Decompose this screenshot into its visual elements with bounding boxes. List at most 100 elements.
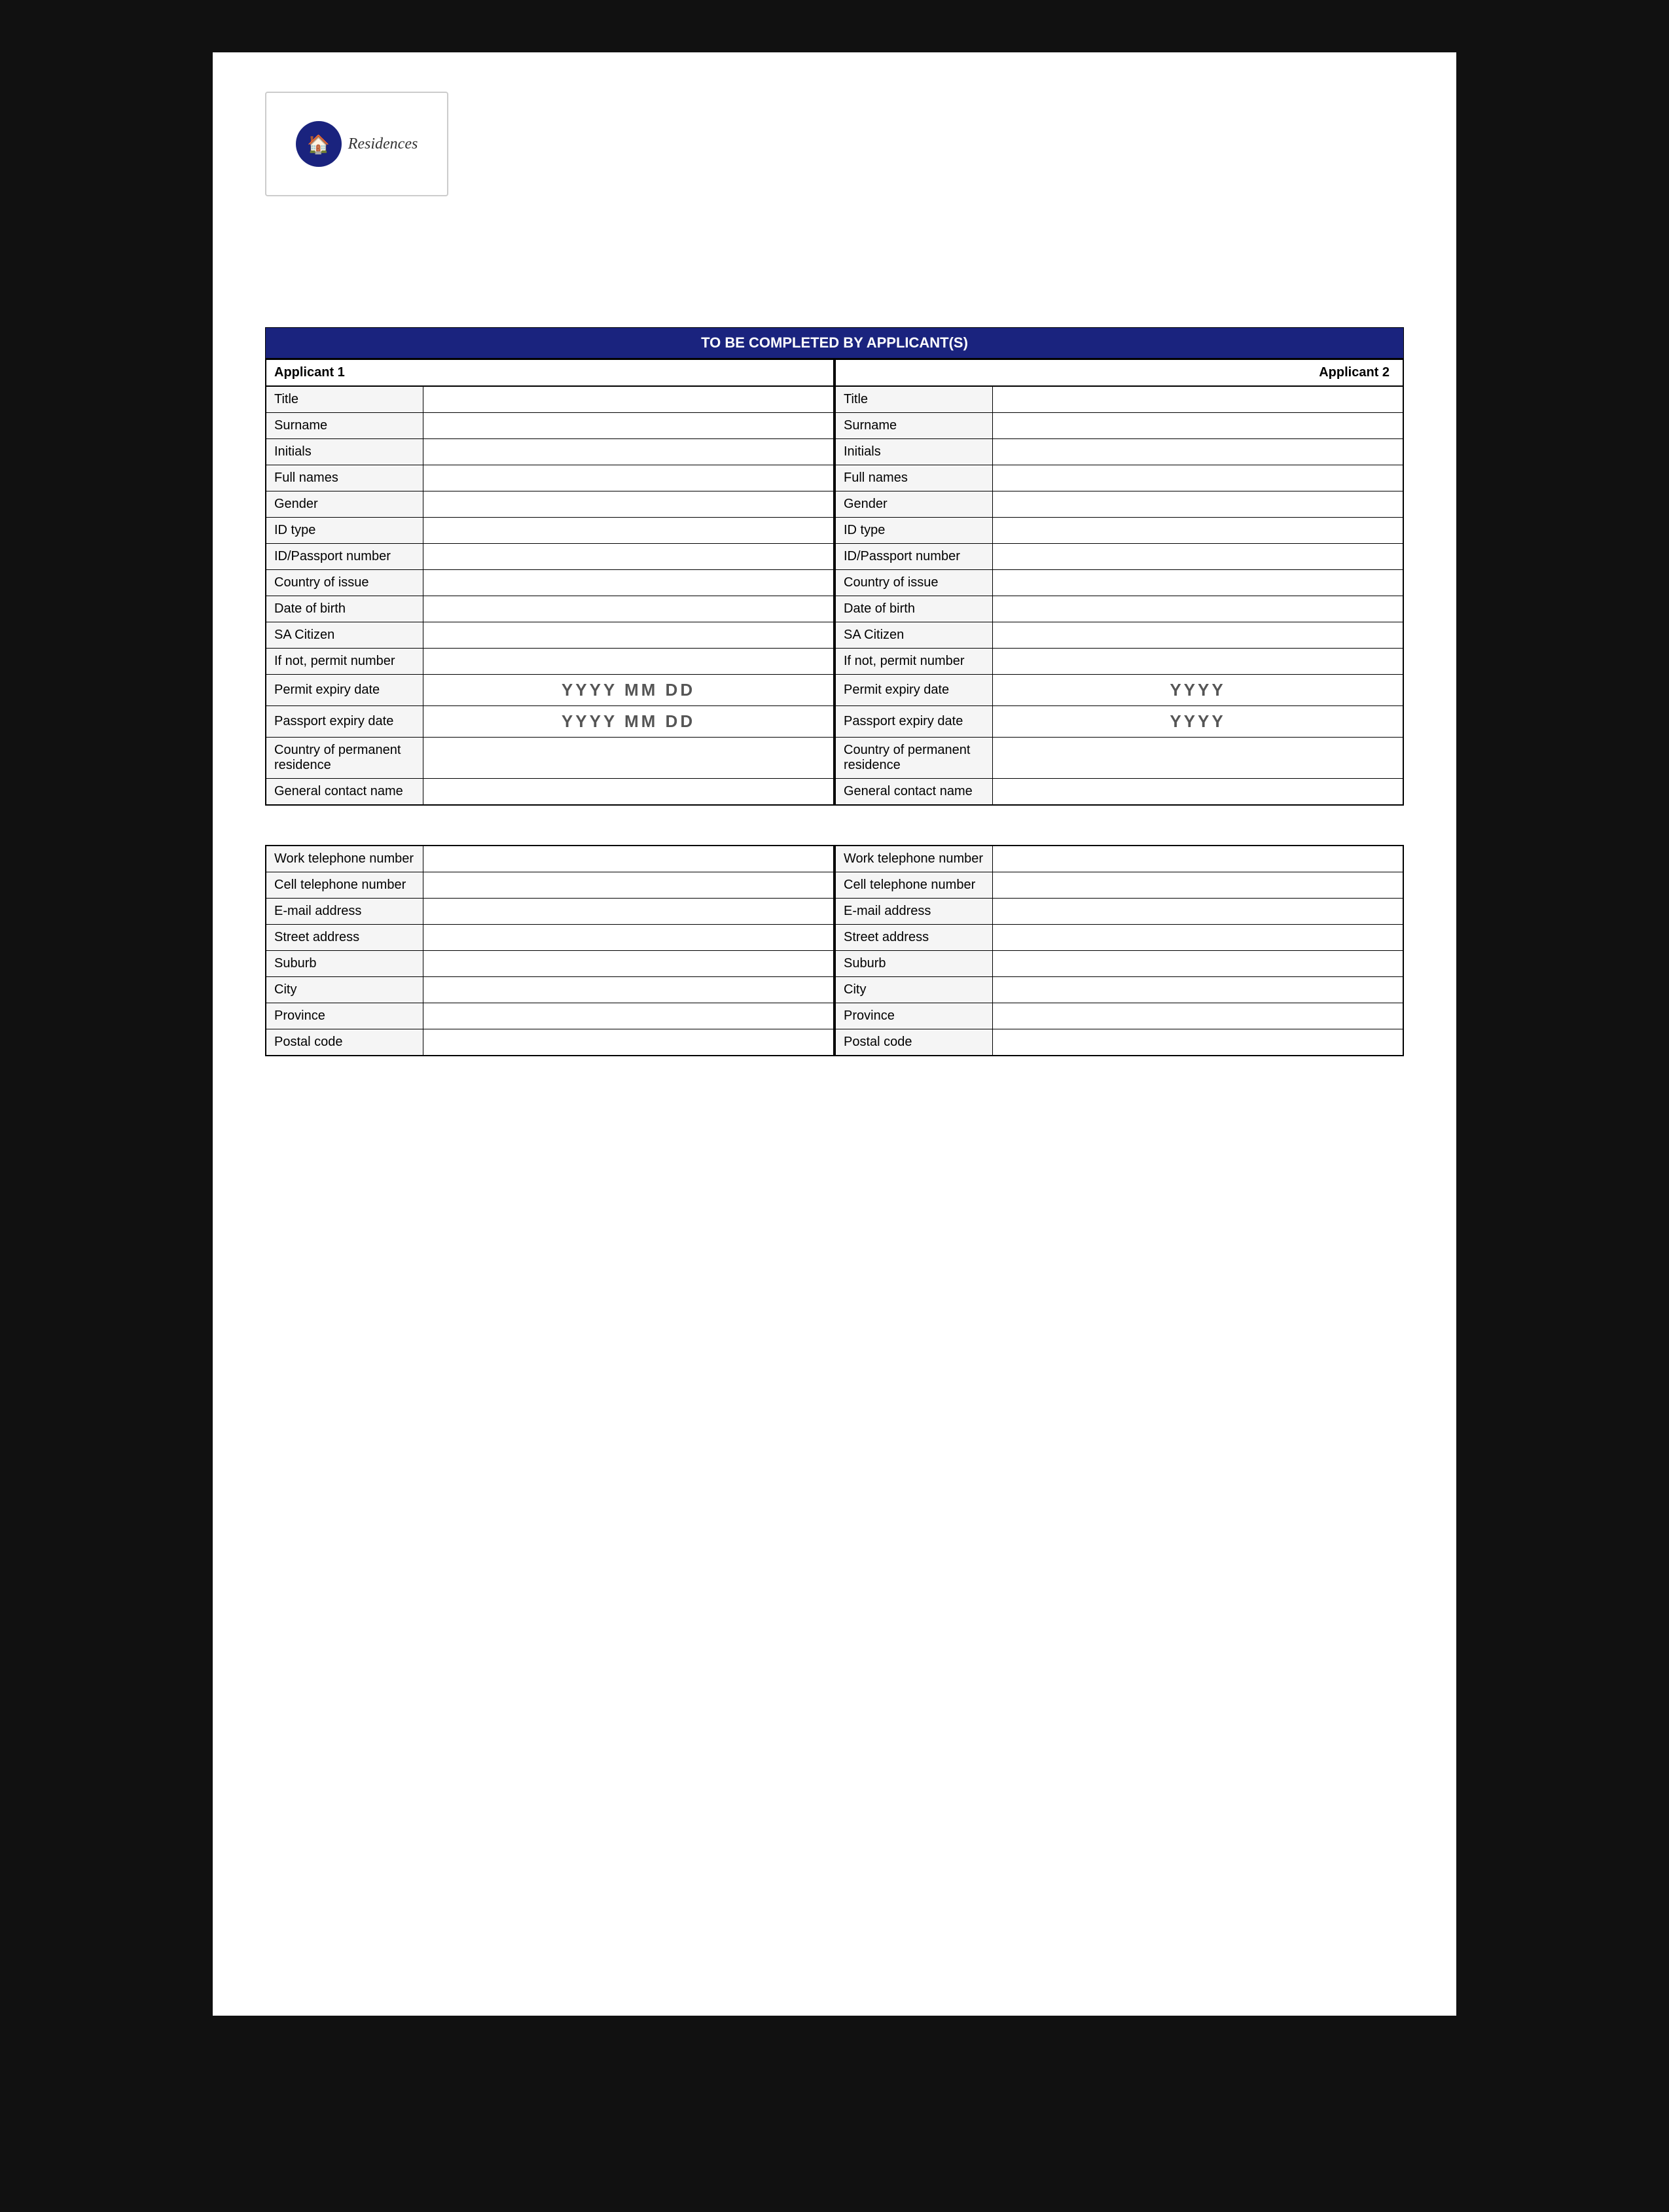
field-label: SA Citizen [266, 622, 423, 649]
permit-num-input[interactable] [423, 649, 834, 675]
province-input[interactable] [423, 1003, 834, 1029]
cell-tel-input[interactable] [423, 872, 834, 899]
field-label: General contact name [266, 779, 423, 805]
field-label: Country of issue [836, 570, 993, 596]
idtype-input[interactable] [423, 518, 834, 544]
applicant1-col: Applicant 1 Title Surname Initials Full … [266, 359, 835, 805]
field-label: ID/Passport number [266, 544, 423, 570]
logo-text: Residences [348, 135, 418, 153]
field-label: Permit expiry date [836, 675, 993, 706]
field-label: Title [836, 386, 993, 413]
field-label: Suburb [266, 951, 423, 977]
field-label: If not, permit number [266, 649, 423, 675]
logo-area: 🏠 Residences [265, 92, 448, 196]
field-label: Initials [836, 439, 993, 465]
field-label: Suburb [836, 951, 993, 977]
a2-city-input[interactable] [993, 977, 1403, 1003]
field-label: City [266, 977, 423, 1003]
contact-table: Work telephone number Cell telephone num… [265, 845, 1404, 1056]
a2-general-contact-input[interactable] [993, 779, 1403, 805]
section-header: TO BE COMPLETED BY APPLICANT(S) [265, 327, 1404, 359]
a2-email-input[interactable] [993, 899, 1403, 925]
a2-country-issue-input[interactable] [993, 570, 1403, 596]
field-label: ID type [836, 518, 993, 544]
field-label: General contact name [836, 779, 993, 805]
field-label: Title [266, 386, 423, 413]
postal-input[interactable] [423, 1029, 834, 1056]
field-label: Province [266, 1003, 423, 1029]
work-tel-input[interactable] [423, 846, 834, 872]
a2-cell-tel-input[interactable] [993, 872, 1403, 899]
a2-surname-input[interactable] [993, 413, 1403, 439]
a2-dob-input[interactable] [993, 596, 1403, 622]
city-input[interactable] [423, 977, 834, 1003]
applicant2-contact-col: Work telephone number Cell telephone num… [835, 846, 1403, 1056]
page: 🏠 Residences TO BE COMPLETED BY APPLICAN… [213, 52, 1456, 2016]
a2-postal-input[interactable] [993, 1029, 1403, 1056]
contact-section: Work telephone number Cell telephone num… [265, 845, 1404, 1056]
field-label: SA Citizen [836, 622, 993, 649]
field-label: Province [836, 1003, 993, 1029]
field-label: ID type [266, 518, 423, 544]
field-label: Country of issue [266, 570, 423, 596]
applicants-table: Applicant 1 Title Surname Initials Full … [265, 359, 1404, 806]
a2-passport-input[interactable] [993, 544, 1403, 570]
field-label: Gender [836, 491, 993, 518]
field-label: If not, permit number [836, 649, 993, 675]
field-label: Passport expiry date [266, 706, 423, 738]
a2-sacitizen-input[interactable] [993, 622, 1403, 649]
a2-country-perm-input[interactable] [993, 738, 1403, 779]
field-label: Surname [266, 413, 423, 439]
passport-expiry-hint[interactable]: YYYY MM DD [423, 706, 834, 738]
field-label: Country of permanent residence [266, 738, 423, 779]
gender-input[interactable] [423, 491, 834, 518]
logo-icon: 🏠 [296, 121, 342, 167]
field-label: Postal code [266, 1029, 423, 1056]
field-label: Date of birth [266, 596, 423, 622]
email-input[interactable] [423, 899, 834, 925]
a2-street-input[interactable] [993, 925, 1403, 951]
field-label: E-mail address [836, 899, 993, 925]
title-input[interactable] [423, 386, 834, 413]
permit-expiry-hint[interactable]: YYYY MM DD [423, 675, 834, 706]
suburb-input[interactable] [423, 951, 834, 977]
field-label: Passport expiry date [836, 706, 993, 738]
a2-passport-expiry-hint[interactable]: YYYY [993, 706, 1403, 738]
field-label: Full names [266, 465, 423, 491]
a2-idtype-input[interactable] [993, 518, 1403, 544]
field-label: Full names [836, 465, 993, 491]
field-label: Cell telephone number [266, 872, 423, 899]
general-contact-input[interactable] [423, 779, 834, 805]
field-label: Work telephone number [836, 846, 993, 872]
field-label: Date of birth [836, 596, 993, 622]
dob-input[interactable] [423, 596, 834, 622]
a2-suburb-input[interactable] [993, 951, 1403, 977]
a2-title-input[interactable] [993, 386, 1403, 413]
field-label: Surname [836, 413, 993, 439]
sacitizen-input[interactable] [423, 622, 834, 649]
a2-permit-expiry-hint[interactable]: YYYY [993, 675, 1403, 706]
field-label: Street address [836, 925, 993, 951]
a2-province-input[interactable] [993, 1003, 1403, 1029]
applicant1-header: Applicant 1 [274, 365, 345, 380]
passport-input[interactable] [423, 544, 834, 570]
a2-permit-num-input[interactable] [993, 649, 1403, 675]
field-label: Initials [266, 439, 423, 465]
field-label: Permit expiry date [266, 675, 423, 706]
country-issue-input[interactable] [423, 570, 834, 596]
a2-initials-input[interactable] [993, 439, 1403, 465]
a2-work-tel-input[interactable] [993, 846, 1403, 872]
street-input[interactable] [423, 925, 834, 951]
fullnames-input[interactable] [423, 465, 834, 491]
a2-fullnames-input[interactable] [993, 465, 1403, 491]
a2-gender-input[interactable] [993, 491, 1403, 518]
surname-input[interactable] [423, 413, 834, 439]
field-label: Cell telephone number [836, 872, 993, 899]
applicant2-col: Applicant 2 Title Surname Initials Full … [835, 359, 1403, 805]
field-label: Country of permanent residence [836, 738, 993, 779]
field-label: ID/Passport number [836, 544, 993, 570]
initials-input[interactable] [423, 439, 834, 465]
country-perm-input[interactable] [423, 738, 834, 779]
field-label: City [836, 977, 993, 1003]
applicant2-header: Applicant 2 [1319, 365, 1390, 380]
